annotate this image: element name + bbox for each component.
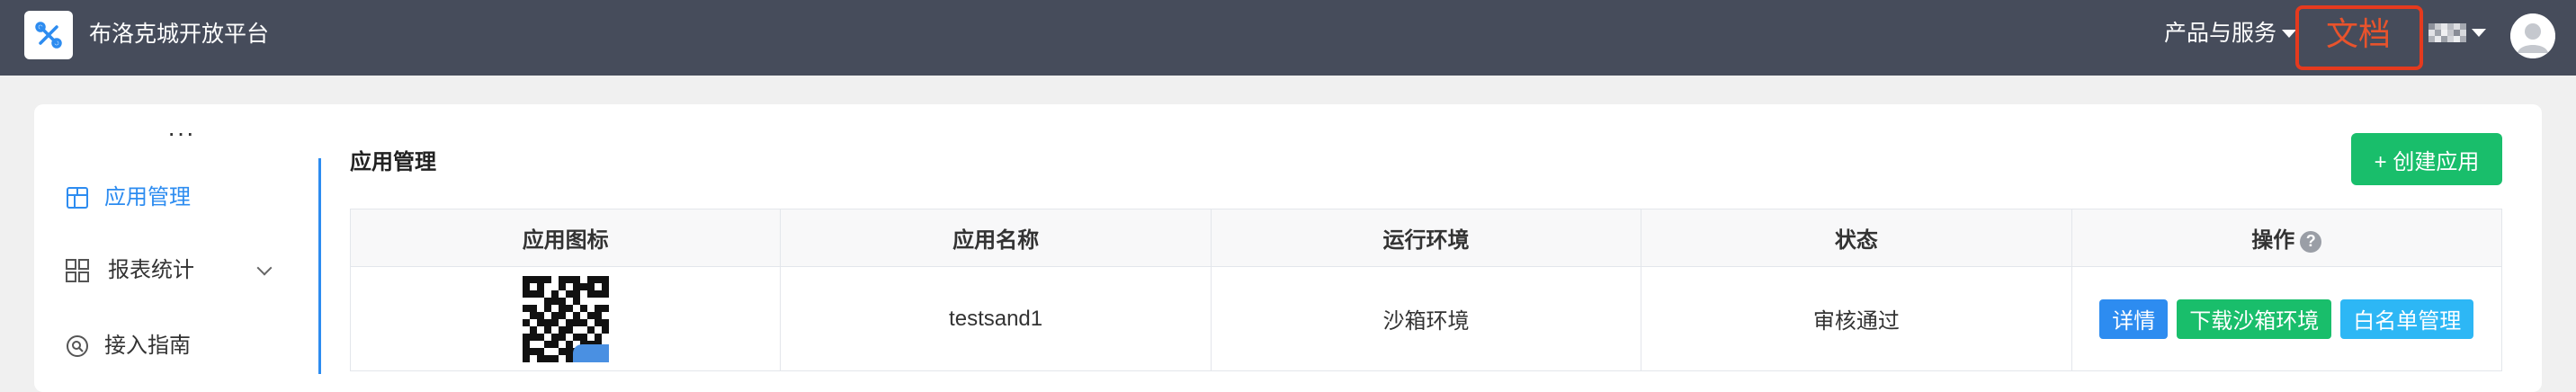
sidebar-active-indicator [318,158,321,374]
caret-down-icon [2472,29,2486,37]
blurred-username [2428,23,2466,42]
report-grid-icon [65,258,90,283]
user-avatar-icon [2510,13,2555,58]
logo[interactable] [24,11,73,59]
app-grid-icon [65,185,90,210]
table-header-row: 应用图标 应用名称 运行环境 状态 操作? [349,209,2503,267]
table-row: testsand1 沙箱环境 审核通过 详情 下载沙箱环境 白名单管理 [349,266,2503,371]
whitelist-management-button[interactable]: 白名单管理 [2340,298,2474,339]
column-header: 运行环境 [1210,209,1642,267]
column-header-actions: 操作? [2071,209,2503,267]
qr-code-icon [522,275,609,362]
user-menu[interactable] [2428,23,2486,42]
guide-search-icon [65,334,90,359]
column-header: 应用图标 [349,209,782,267]
brand-title: 布洛克城开放平台 [89,22,270,47]
apps-table: 应用图标 应用名称 运行环境 状态 操作? testsand1 沙箱环境 审核通… [349,209,2503,371]
top-navbar: 布洛克城开放平台 产品与服务 文档 [0,0,2576,76]
column-header: 应用名称 [780,209,1212,267]
app-actions-cell: 详情 下载沙箱环境 白名单管理 [2071,266,2503,371]
sidebar-item-access-guide[interactable]: 接入指南 [65,332,191,361]
qr-badge-icon [572,343,609,362]
sidebar-item-label: 报表统计 [108,258,194,282]
app-environment-cell: 沙箱环境 [1210,266,1642,371]
docs-link[interactable]: 文档 [2326,14,2391,54]
column-header-label: 操作 [2251,228,2295,253]
column-header: 状态 [1641,209,2072,267]
page-title: 应用管理 [350,150,436,174]
app-icon-cell [349,266,782,371]
logo-icon [35,22,62,49]
sidebar-item-label: 接入指南 [104,334,191,358]
products-services-label: 产品与服务 [2164,21,2277,46]
sidebar-item-app-management[interactable]: 应用管理 [65,183,191,212]
more-menu[interactable]: ··· [167,120,195,146]
caret-down-icon [2282,29,2297,38]
app-name-cell: testsand1 [780,266,1212,371]
create-app-button[interactable]: + 创建应用 [2351,133,2502,185]
sidebar-item-report-stats[interactable]: 报表统计 [65,256,194,285]
app-status-cell: 审核通过 [1641,266,2072,371]
download-sandbox-button[interactable]: 下载沙箱环境 [2177,298,2332,339]
products-services-menu[interactable]: 产品与服务 [2164,18,2297,49]
sidebar-item-label: 应用管理 [104,185,191,209]
details-button[interactable]: 详情 [2099,298,2169,339]
help-icon[interactable]: ? [2300,230,2322,253]
avatar[interactable] [2510,13,2555,58]
